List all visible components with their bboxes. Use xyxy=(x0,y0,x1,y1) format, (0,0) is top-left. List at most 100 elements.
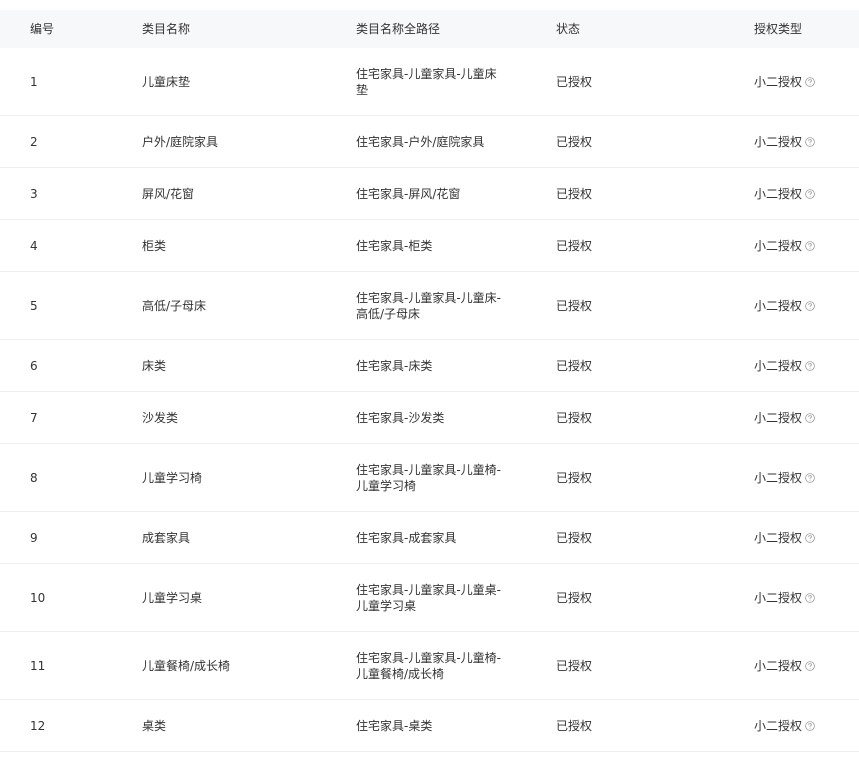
question-circle-icon[interactable] xyxy=(805,76,815,87)
row-category-name: 桌类 xyxy=(142,718,167,733)
table-row: 5 高低/子母床 住宅家具-儿童家具-儿童床- 高低/子母床 已授权 小二授权 xyxy=(0,272,859,340)
path-line: 住宅家具-屏风/花窗 xyxy=(356,186,461,201)
row-category-name: 儿童学习桌 xyxy=(142,590,203,605)
row-category-path: 住宅家具-成套家具 xyxy=(329,530,529,546)
row-status: 已授权 xyxy=(556,74,593,89)
row-category-path: 住宅家具-沙发类 xyxy=(329,410,529,426)
auth-type-label: 小二授权 xyxy=(754,74,803,89)
row-status: 已授权 xyxy=(556,186,593,201)
row-id: 5 xyxy=(30,298,38,313)
row-auth-type: 小二授权 xyxy=(729,718,859,734)
question-circle-icon[interactable] xyxy=(805,188,815,199)
table-row: 3 屏风/花窗 住宅家具-屏风/花窗 已授权 小二授权 xyxy=(0,168,859,220)
row-status: 已授权 xyxy=(556,470,593,485)
path-line: 住宅家具-桌类 xyxy=(356,718,433,733)
row-category-path: 住宅家具-桌类 xyxy=(329,718,529,734)
row-id: 10 xyxy=(30,590,46,605)
row-id: 11 xyxy=(30,658,46,673)
table-header: 编号 类目名称 类目名称全路径 状态 授权类型 xyxy=(0,10,859,48)
path-line: 住宅家具-儿童家具-儿童床- xyxy=(356,290,501,305)
column-header-path: 类目名称全路径 xyxy=(356,22,441,36)
row-status: 已授权 xyxy=(556,718,593,733)
table-row: 1 儿童床垫 住宅家具-儿童家具-儿童床垫 已授权 小二授权 xyxy=(0,48,859,116)
path-line: 儿童餐椅/成长椅 xyxy=(356,666,445,681)
path-line: 住宅家具-床类 xyxy=(356,358,433,373)
question-circle-icon[interactable] xyxy=(805,412,815,423)
row-category-path: 住宅家具-儿童家具-儿童床- 高低/子母床 xyxy=(329,290,529,322)
row-category-name: 柜类 xyxy=(142,238,167,253)
question-circle-icon[interactable] xyxy=(805,532,815,543)
auth-type-label: 小二授权 xyxy=(754,238,803,253)
table-row: 8 儿童学习椅 住宅家具-儿童家具-儿童椅- 儿童学习椅 已授权 小二授权 xyxy=(0,444,859,512)
auth-type-label: 小二授权 xyxy=(754,530,803,545)
question-circle-icon[interactable] xyxy=(805,300,815,311)
row-category-path: 住宅家具-儿童家具-儿童床垫 xyxy=(329,66,529,98)
table-row: 7 沙发类 住宅家具-沙发类 已授权 小二授权 xyxy=(0,392,859,444)
row-category-path: 住宅家具-儿童家具-儿童桌- 儿童学习桌 xyxy=(329,582,529,614)
row-status: 已授权 xyxy=(556,530,593,545)
auth-type-label: 小二授权 xyxy=(754,410,803,425)
row-auth-type: 小二授权 xyxy=(729,74,859,90)
question-circle-icon[interactable] xyxy=(805,720,815,731)
path-line: 住宅家具-儿童家具-儿童椅- xyxy=(356,462,501,477)
path-line: 儿童学习椅 xyxy=(356,478,417,493)
row-category-name: 成套家具 xyxy=(142,530,191,545)
row-id: 6 xyxy=(30,358,38,373)
table-row: 2 户外/庭院家具 住宅家具-户外/庭院家具 已授权 小二授权 xyxy=(0,116,859,168)
question-circle-icon[interactable] xyxy=(805,660,815,671)
auth-type-label: 小二授权 xyxy=(754,186,803,201)
row-category-name: 儿童床垫 xyxy=(142,74,191,89)
row-id: 4 xyxy=(30,238,38,253)
column-header-name: 类目名称 xyxy=(142,22,191,36)
row-id: 8 xyxy=(30,470,38,485)
row-status: 已授权 xyxy=(556,134,593,149)
row-category-name: 儿童学习椅 xyxy=(142,470,203,485)
auth-type-label: 小二授权 xyxy=(754,298,803,313)
row-category-path: 住宅家具-柜类 xyxy=(329,238,529,254)
path-line: 高低/子母床 xyxy=(356,306,421,321)
row-auth-type: 小二授权 xyxy=(729,134,859,150)
column-header-auth-type: 授权类型 xyxy=(754,22,803,36)
path-line: 儿童学习桌 xyxy=(356,598,417,613)
auth-type-label: 小二授权 xyxy=(754,134,803,149)
auth-type-label: 小二授权 xyxy=(754,718,803,733)
auth-type-label: 小二授权 xyxy=(754,658,803,673)
path-line: 住宅家具-沙发类 xyxy=(356,410,445,425)
row-category-name: 儿童餐椅/成长椅 xyxy=(142,658,231,673)
row-auth-type: 小二授权 xyxy=(729,358,859,374)
table-body: 1 儿童床垫 住宅家具-儿童家具-儿童床垫已授权 小二授权 2 户外/庭院家具 住宅家具-户… xyxy=(0,48,859,752)
row-category-path: 住宅家具-屏风/花窗 xyxy=(329,186,529,202)
row-status: 已授权 xyxy=(556,590,593,605)
column-header-status: 状态 xyxy=(556,22,581,36)
table-row: 11 儿童餐椅/成长椅 住宅家具-儿童家具-儿童椅- 儿童餐椅/成长椅 已授权 小二授权 xyxy=(0,632,859,700)
question-circle-icon[interactable] xyxy=(805,360,815,371)
row-auth-type: 小二授权 xyxy=(729,470,859,486)
question-circle-icon[interactable] xyxy=(805,136,815,147)
question-circle-icon[interactable] xyxy=(805,240,815,251)
path-line: 住宅家具-柜类 xyxy=(356,238,433,253)
row-category-name: 床类 xyxy=(142,358,167,373)
question-circle-icon[interactable] xyxy=(805,592,815,603)
table-row: 4 柜类 住宅家具-柜类 已授权 小二授权 xyxy=(0,220,859,272)
row-id: 1 xyxy=(30,74,38,89)
row-status: 已授权 xyxy=(556,410,593,425)
path-line: 住宅家具-儿童家具-儿童桌- xyxy=(356,582,501,597)
row-status: 已授权 xyxy=(556,358,593,373)
path-line: 住宅家具-成套家具 xyxy=(356,530,457,545)
row-category-name: 沙发类 xyxy=(142,410,179,425)
table-row: 12 桌类 住宅家具-桌类 已授权 小二授权 xyxy=(0,700,859,752)
auth-type-label: 小二授权 xyxy=(754,470,803,485)
row-status: 已授权 xyxy=(556,238,593,253)
row-id: 9 xyxy=(30,530,38,545)
row-category-name: 户外/庭院家具 xyxy=(142,134,219,149)
row-auth-type: 小二授权 xyxy=(729,186,859,202)
row-auth-type: 小二授权 xyxy=(729,530,859,546)
row-auth-type: 小二授权 xyxy=(729,298,859,314)
row-status: 已授权 xyxy=(556,658,593,673)
row-id: 3 xyxy=(30,186,38,201)
question-circle-icon[interactable] xyxy=(805,472,815,483)
category-auth-table: 编号 类目名称 类目名称全路径 状态 授权类型 1 儿童床垫 住宅家具-儿童家具-儿… xyxy=(0,10,859,752)
row-auth-type: 小二授权 xyxy=(729,658,859,674)
row-category-path: 住宅家具-儿童家具-儿童椅- 儿童学习椅 xyxy=(329,462,529,494)
auth-type-label: 小二授权 xyxy=(754,590,803,605)
